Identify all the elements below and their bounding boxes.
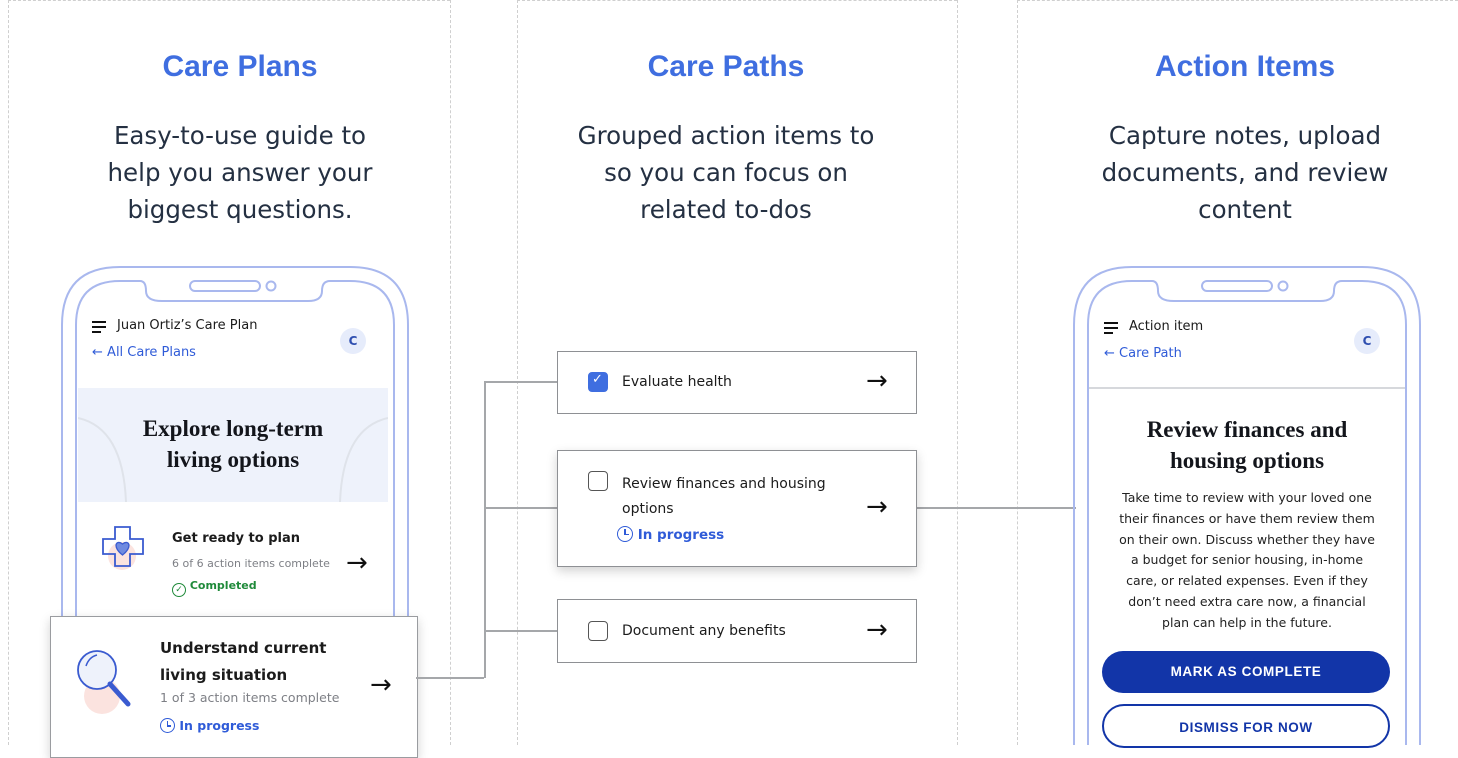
clock-icon [160,718,175,733]
connector-line [484,630,558,632]
back-link-care-path[interactable]: ← Care Path [1104,346,1182,361]
dismiss-for-now-button[interactable]: DISMISS FOR NOW [1102,704,1390,748]
connector-line [484,381,486,678]
action-item-title: Review finances and housing options [1146,417,1348,473]
care-plan-header-title: Juan Ortiz’s Care Plan [117,318,258,333]
column-description-care-plans: Easy-to-use guide to help you answer you… [107,121,373,224]
checkbox-icon[interactable] [588,471,608,491]
arrow-right-icon[interactable]: → [866,617,888,643]
column-divider [957,0,958,745]
arrow-right-icon[interactable]: → [866,494,888,520]
column-description-action-items: Capture notes, upload documents, and rev… [1101,121,1389,224]
status-badge-completed: ✓ Completed [172,579,257,597]
connector-line [484,381,558,383]
column-divider [1017,0,1018,745]
overlay-card-title: Understand current living situation [160,639,327,684]
arrow-right-icon[interactable]: → [370,672,392,698]
back-link-all-care-plans[interactable]: ← All Care Plans [92,345,196,360]
heart-cross-icon [102,526,144,570]
mark-as-complete-button[interactable]: MARK AS COMPLETE [1102,651,1390,693]
care-path-item-label: Evaluate health [622,374,732,390]
avatar[interactable]: C [1354,328,1380,354]
hero-banner: Explore long-term living options [78,388,388,502]
column-divider [450,0,451,745]
arrow-right-icon[interactable]: → [346,550,368,576]
plan-item-subtitle: 6 of 6 action items complete [172,557,330,570]
arrow-left-icon: ← [1104,346,1115,361]
connector-line [416,677,484,679]
care-path-item-evaluate-health[interactable] [557,351,917,414]
checkbox-icon[interactable]: ✓ [588,372,608,392]
clock-icon [617,526,633,542]
overlay-card-subtitle: 1 of 3 action items complete [160,690,340,705]
care-path-item-label: Document any benefits [622,623,786,639]
arrow-right-icon[interactable]: → [866,368,888,394]
connector-line [484,507,558,509]
plan-item-title: Get ready to plan [172,531,300,546]
header-divider [1089,387,1405,389]
column-top-border [1017,0,1458,1]
action-item-header-title: Action item [1129,319,1204,334]
magnifier-icon [77,650,131,714]
care-path-item-label: Review finances and housing options [622,476,826,517]
column-top-border [8,0,450,1]
connector-line [916,507,1076,509]
menu-icon[interactable] [92,321,106,333]
column-top-border [517,0,957,1]
avatar[interactable]: C [340,328,366,354]
action-item-body: Take time to review with your loved one … [1119,490,1375,630]
column-divider [8,0,9,745]
checkbox-icon[interactable] [588,621,608,641]
column-divider [517,0,518,745]
menu-icon[interactable] [1104,322,1118,334]
check-circle-icon: ✓ [172,583,186,597]
hero-title: Explore long-term living options [142,416,324,472]
arrow-left-icon: ← [92,345,103,360]
column-title-action-items: Action Items [1154,50,1336,83]
column-description-care-paths: Grouped action items to so you can focus… [577,121,875,224]
column-title-care-plans: Care Plans [162,50,318,83]
column-title-care-paths: Care Paths [647,50,805,83]
status-badge-in-progress: In progress [160,718,259,733]
status-badge-in-progress: In progress [617,526,724,543]
